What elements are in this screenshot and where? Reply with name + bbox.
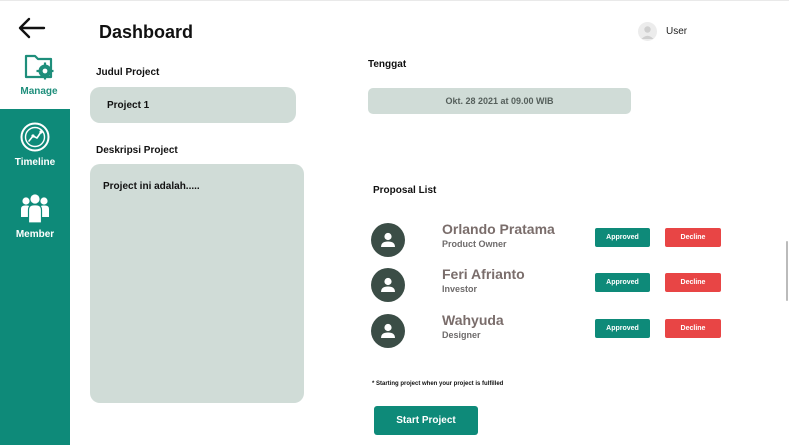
nav-label-member: Member [15,229,55,240]
scrollbar-thumb[interactable] [786,241,788,301]
person-icon [381,232,395,247]
approve-button[interactable]: Approved [595,273,650,292]
nav-item-timeline[interactable]: Timeline [0,121,70,168]
project-description-textarea[interactable]: Project ini adalah..... [90,164,304,403]
project-title-label: Judul Project [96,67,160,78]
app-window: Manage Timeline Member Dashboard User Ju… [0,0,789,445]
proposal-row: Wahyuda Designer Approved Decline [370,312,730,348]
proposal-avatar [371,314,405,348]
proposal-name: Wahyuda [442,312,504,328]
deadline-field[interactable]: Okt. 28 2021 at 09.00 WIB [368,88,631,114]
proposal-list-title: Proposal List [373,185,437,196]
proposal-role: Product Owner [442,239,507,249]
deadline-label: Tenggat [368,59,407,70]
project-title-input[interactable]: Project 1 [90,87,296,123]
group-people-icon [21,194,49,224]
proposal-avatar [371,268,405,302]
back-arrow-button[interactable] [16,15,48,41]
approve-button[interactable]: Approved [595,319,650,338]
person-icon [381,277,395,292]
decline-button[interactable]: Decline [665,319,721,338]
arrow-left-icon [18,17,46,39]
timeline-clock-icon [20,122,50,152]
nav-label-manage: Manage [20,86,58,97]
page-title: Dashboard [99,22,194,42]
nav-item-manage[interactable]: Manage [12,51,66,107]
approve-button[interactable]: Approved [595,228,650,247]
nav-label-timeline: Timeline [14,157,56,168]
decline-button[interactable]: Decline [665,273,721,292]
proposal-row: Feri Afrianto Investor Approved Decline [370,266,730,302]
user-name: User [666,25,688,37]
proposal-role: Designer [442,330,481,340]
proposal-name: Feri Afrianto [442,266,525,282]
proposal-name: Orlando Pratama [442,221,555,237]
folder-gear-icon [24,54,54,80]
sidebar: Timeline Member [0,109,70,445]
user-avatar [638,21,657,41]
proposal-row: Orlando Pratama Product Owner Approved D… [370,221,730,257]
nav-item-member[interactable]: Member [0,193,70,240]
proposal-avatar [371,223,405,257]
decline-button[interactable]: Decline [665,228,721,247]
user-icon [641,25,654,39]
start-note: * Starting project when your project is … [372,381,504,387]
person-icon [381,323,395,338]
start-project-button[interactable]: Start Project [374,406,478,435]
proposal-role: Investor [442,284,478,294]
user-menu[interactable]: User [638,21,687,41]
project-description-label: Deskripsi Project [96,145,178,156]
